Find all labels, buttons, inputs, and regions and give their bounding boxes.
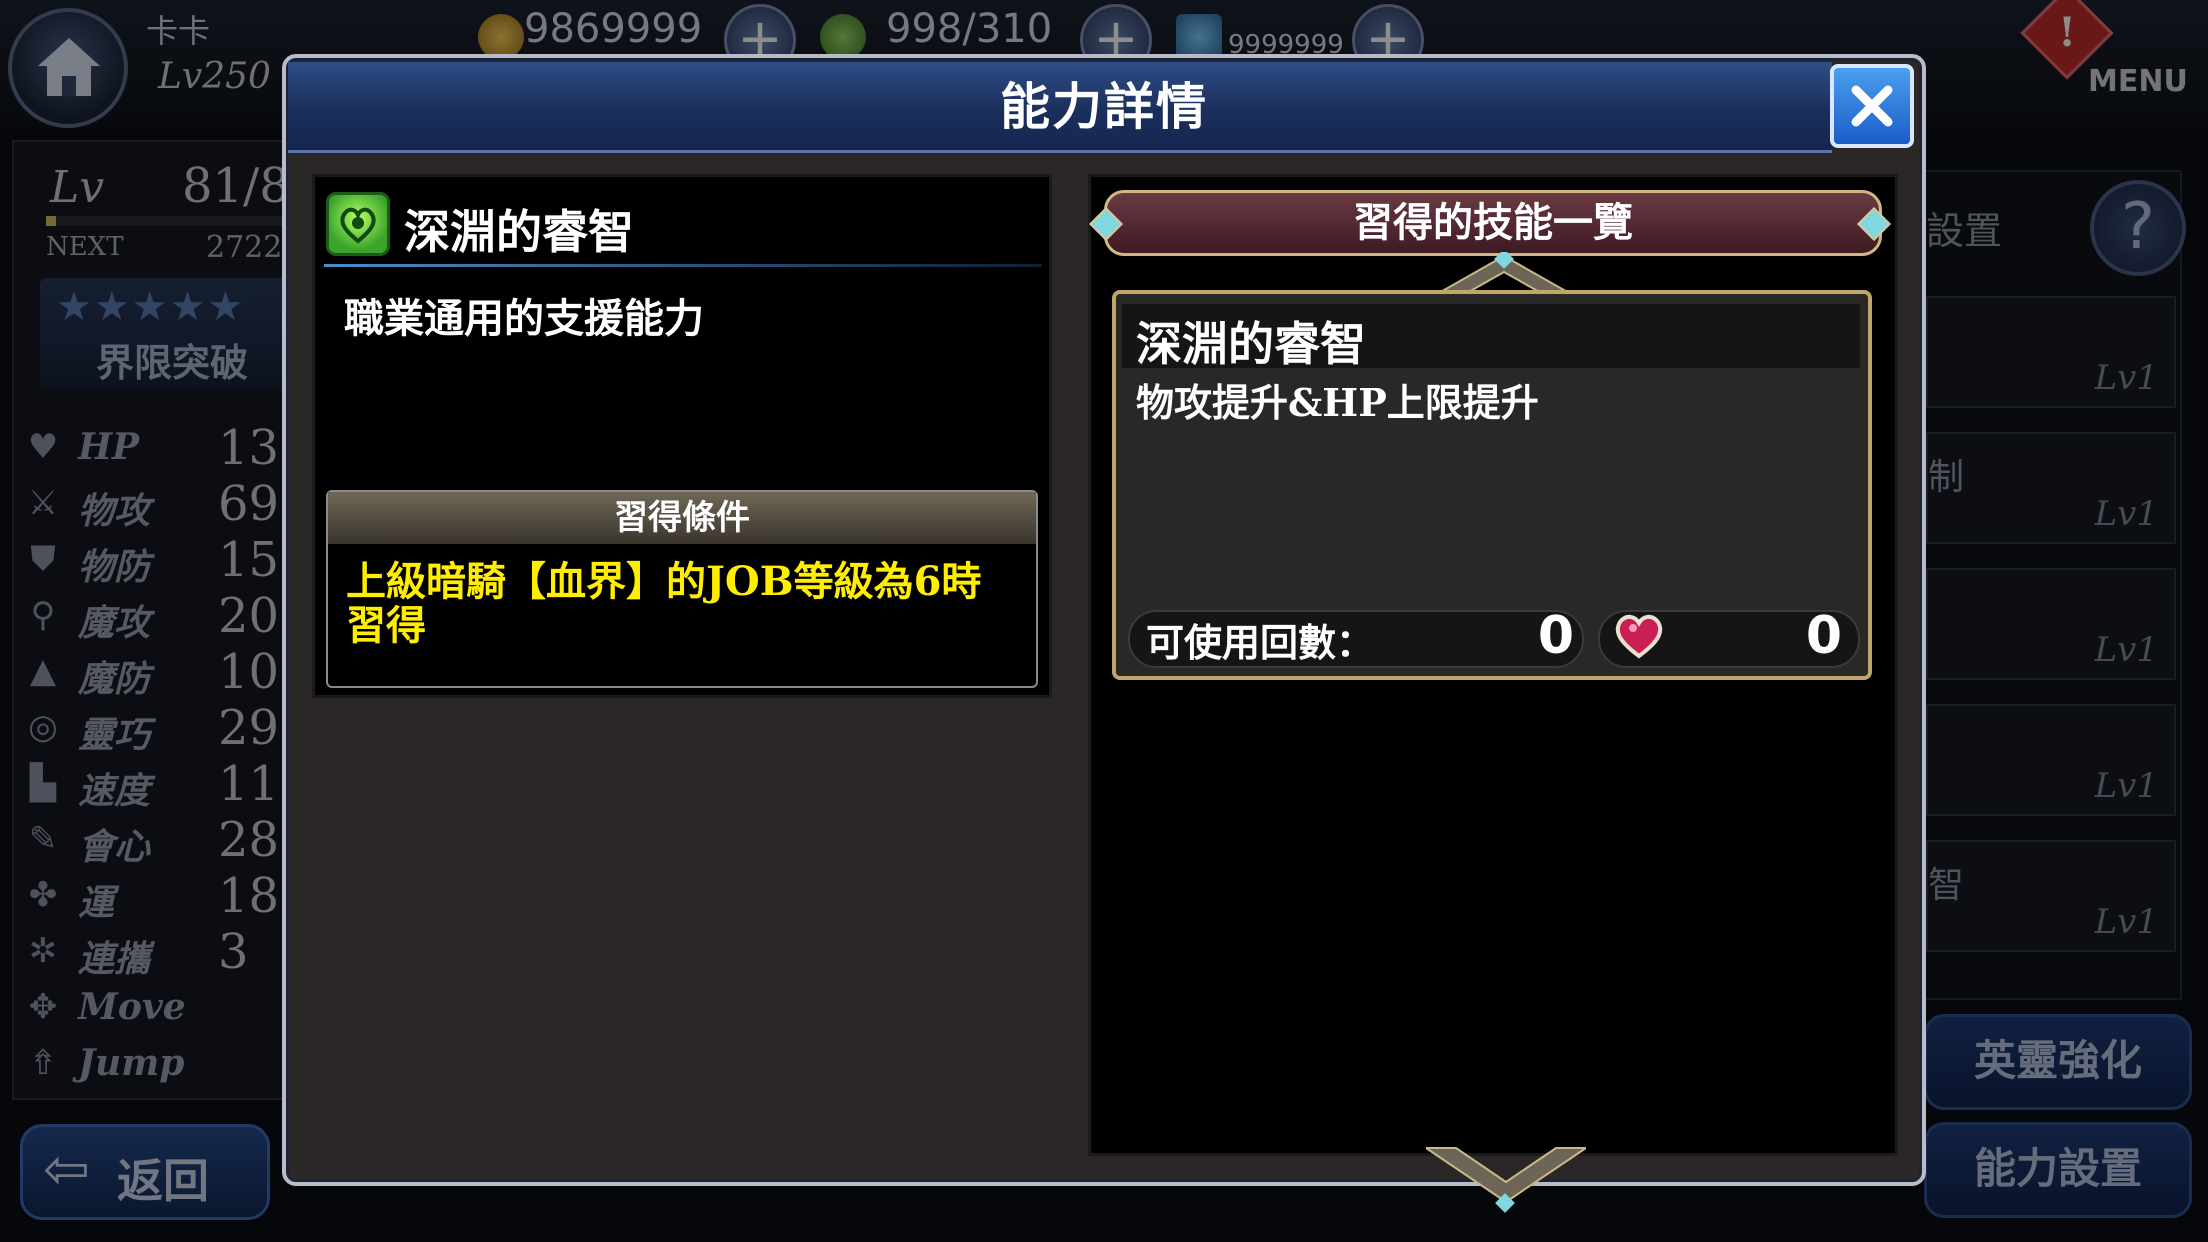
heart-cost-value: 0 (1805, 606, 1842, 666)
skill-list-header: 習得的技能一覽 (1104, 190, 1882, 256)
uses-count-label: 可使用回數： (1146, 620, 1375, 665)
skill-name: 深淵的睿智 (1136, 317, 1366, 371)
green-heart-ability-icon (326, 192, 390, 256)
condition-text-line1: 上級暗騎【血界】的JOB等級為6時 (346, 558, 982, 605)
uses-count-value: 0 (1537, 606, 1574, 666)
heart-gem-icon (1615, 614, 1663, 659)
chevron-down-icon (1426, 1147, 1586, 1213)
condition-header: 習得條件 (328, 492, 1036, 544)
skill-effect: 物攻提升&HP上限提升 (1136, 380, 1539, 425)
close-icon (1851, 85, 1893, 127)
modal-title: 能力詳情 (1000, 77, 1208, 136)
condition-text-line2: 習得 (346, 602, 426, 649)
ability-name-divider (324, 264, 1042, 267)
close-button[interactable] (1830, 64, 1914, 148)
ability-name: 深淵的睿智 (404, 205, 634, 259)
condition-text: 上級暗騎【血界】的JOB等級為6時 習得 (346, 560, 1026, 648)
ability-description: 職業通用的支援能力 (344, 295, 704, 342)
ability-emblem-icon (340, 207, 376, 244)
